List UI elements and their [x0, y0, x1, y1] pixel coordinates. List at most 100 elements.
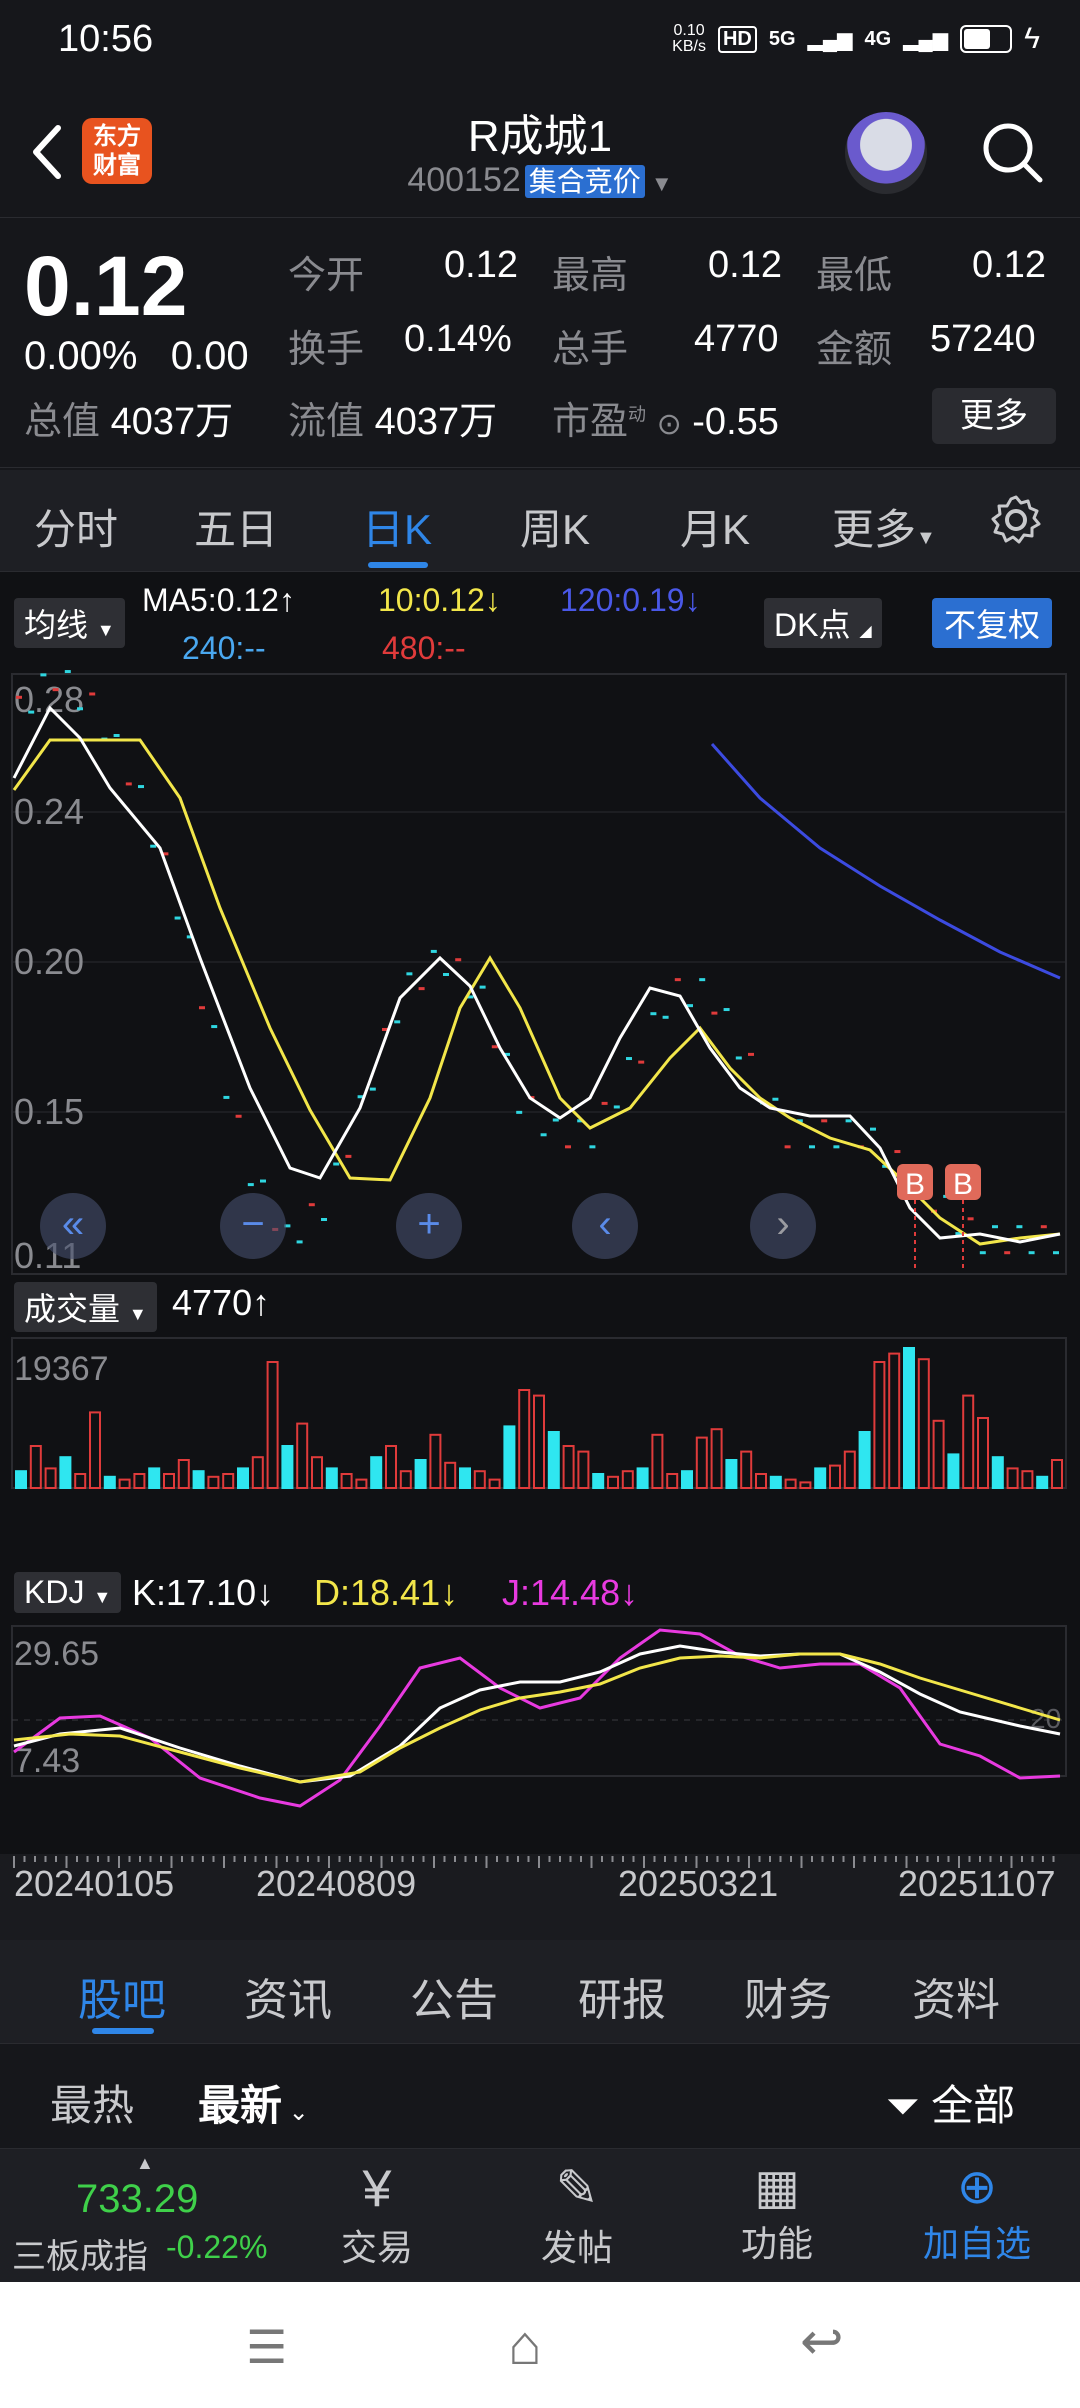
- ma120-label: 120:0.19↓: [560, 582, 701, 618]
- menu-icon[interactable]: ☰: [246, 2320, 287, 2374]
- volume-bar: [873, 1361, 886, 1489]
- tab-daily-k[interactable]: 日K: [362, 496, 432, 557]
- volume-bar: [118, 1478, 131, 1489]
- volume-selector[interactable]: 成交量 ▼: [14, 1282, 157, 1332]
- ma-selector[interactable]: 均线 ▼: [14, 598, 125, 648]
- kdj-label: KDJ: [24, 1574, 85, 1610]
- volume-bar: [15, 1470, 27, 1490]
- volume-value: 4770: [694, 318, 779, 360]
- quote-panel: 0.12 0.00% 0.00 总值 4037万 今开 0.12 最高 0.12…: [0, 218, 1080, 468]
- pan-left-icon[interactable]: ‹: [572, 1193, 638, 1259]
- volume-bar: [858, 1431, 871, 1489]
- volume-bar: [1051, 1459, 1063, 1489]
- tab-monthly-k[interactable]: 月K: [680, 496, 750, 557]
- sort-hot[interactable]: 最热: [50, 2072, 134, 2133]
- date-label: 20240809: [256, 1863, 416, 1904]
- tab-forum[interactable]: 股吧: [78, 1964, 166, 2028]
- index-widget[interactable]: ▲ 733.29 三板成指 -0.22%: [0, 2149, 290, 2283]
- volume-bar: [666, 1473, 679, 1489]
- volume-max-tick: 19367: [14, 1350, 109, 1388]
- kdj-j-value: J:14.48↓: [502, 1572, 639, 1613]
- high-label: 最高: [552, 255, 629, 297]
- tab-five-day[interactable]: 五日: [194, 496, 278, 557]
- tab-research[interactable]: 研报: [578, 1964, 666, 2028]
- volume-bar: [1006, 1467, 1019, 1490]
- yen-exchange-icon: ¥: [362, 2160, 392, 2218]
- volume-bar: [177, 1459, 190, 1489]
- dock-trade-label: 交易: [340, 2227, 413, 2268]
- volume-bar: [710, 1428, 723, 1490]
- content-tabs: 股吧 资讯 公告 研报 财务 资料: [0, 1940, 1080, 2044]
- dock-post[interactable]: ✎ 发帖: [522, 2149, 632, 2271]
- price-tick: 0.15: [14, 1091, 84, 1132]
- signal-bars-icon: ▂▄▆: [903, 28, 949, 51]
- volume-bar: [399, 1470, 412, 1490]
- sort-new[interactable]: 最新 ⌄: [198, 2072, 309, 2133]
- battery-icon: [960, 25, 1013, 53]
- pan-right-icon[interactable]: ›: [750, 1193, 816, 1259]
- zoom-out-icon[interactable]: −: [220, 1193, 286, 1259]
- volume-bar: [355, 1478, 368, 1489]
- ma240-label: 240:--: [182, 630, 266, 666]
- volume-bar: [843, 1450, 856, 1489]
- tab-announcements[interactable]: 公告: [410, 1964, 498, 2028]
- tab-intraday[interactable]: 分时: [34, 496, 118, 557]
- kdj-selector[interactable]: KDJ ▼: [14, 1572, 122, 1613]
- adjust-button[interactable]: 不复权: [932, 598, 1053, 648]
- tab-more-label: 更多: [832, 506, 917, 553]
- net-unit: KB/s: [672, 38, 706, 55]
- dk-label: DK点: [774, 607, 851, 643]
- date-label: 20240105: [14, 1863, 174, 1904]
- tab-weekly-k[interactable]: 周K: [520, 496, 590, 557]
- dock-trade[interactable]: ¥ 交易: [322, 2149, 432, 2271]
- volume-bar: [784, 1478, 797, 1489]
- volume-bar: [370, 1456, 383, 1490]
- ma5-label: MA5:0.12↑: [142, 582, 295, 618]
- period-tabs: 分时 五日 日K 周K 月K 更多▼: [0, 470, 1080, 572]
- volume-bar: [444, 1461, 457, 1489]
- zoom-in-icon[interactable]: +: [396, 1193, 462, 1259]
- pe-label: 市盈: [552, 401, 629, 443]
- kdj-d-line: [13, 1652, 1061, 1784]
- kline-chart[interactable]: 0.28 0.24 0.20 0.15 0.11 B B 19367 20 29…: [0, 668, 1080, 1940]
- status-time: 10:56: [58, 18, 154, 60]
- volume-bar: [281, 1445, 294, 1489]
- volume-bar: [222, 1473, 235, 1489]
- ma5-line: [12, 705, 1061, 1244]
- home-icon[interactable]: ⌂: [508, 2312, 542, 2377]
- dock-functions[interactable]: ▦ 功能: [722, 2149, 832, 2267]
- scroll-start-icon[interactable]: «: [40, 1193, 106, 1259]
- volume-bar: [740, 1450, 753, 1489]
- volume-bar: [533, 1394, 545, 1489]
- charging-icon: ϟ: [1024, 22, 1040, 55]
- tab-more[interactable]: 更多▼: [832, 496, 936, 557]
- back-icon[interactable]: ↩: [800, 2312, 844, 2372]
- volume-bar: [385, 1445, 397, 1489]
- sort-new-label: 最新: [198, 2082, 283, 2129]
- gear-icon[interactable]: [990, 494, 1042, 546]
- dk-button[interactable]: DK点 ◢: [764, 598, 882, 648]
- tab-news[interactable]: 资讯: [244, 1964, 332, 2028]
- open-label: 今开: [288, 255, 365, 297]
- volume-bar: [414, 1459, 427, 1489]
- hd-icon: HD: [717, 25, 757, 53]
- dock-add-watchlist[interactable]: ⊕ 加自选: [912, 2149, 1042, 2267]
- volume-bar: [503, 1425, 516, 1490]
- info-icon[interactable]: ⊙: [657, 408, 682, 441]
- volume-bars: [15, 1347, 1063, 1490]
- robot-avatar[interactable]: [845, 112, 927, 194]
- low-value: 0.12: [972, 244, 1046, 286]
- auction-tag: 集合竞价: [524, 165, 645, 198]
- volume-bar: [651, 1433, 664, 1489]
- tab-financials[interactable]: 财务: [744, 1964, 832, 2028]
- more-button[interactable]: 更多: [932, 388, 1056, 444]
- stock-header: 东方 财富 R成城1 400152 集合竞价 ▼: [0, 82, 1080, 218]
- volume-bar: [592, 1473, 605, 1489]
- volume-bar: [962, 1394, 975, 1489]
- net-speed: 0.10: [673, 22, 705, 39]
- search-icon[interactable]: [980, 120, 1044, 184]
- volume-bar: [74, 1473, 87, 1489]
- tab-profile[interactable]: 资料: [912, 1964, 1000, 2028]
- filter-button[interactable]: ⏷ 全部: [886, 2072, 1015, 2133]
- chevron-down-icon: ▼: [644, 171, 673, 196]
